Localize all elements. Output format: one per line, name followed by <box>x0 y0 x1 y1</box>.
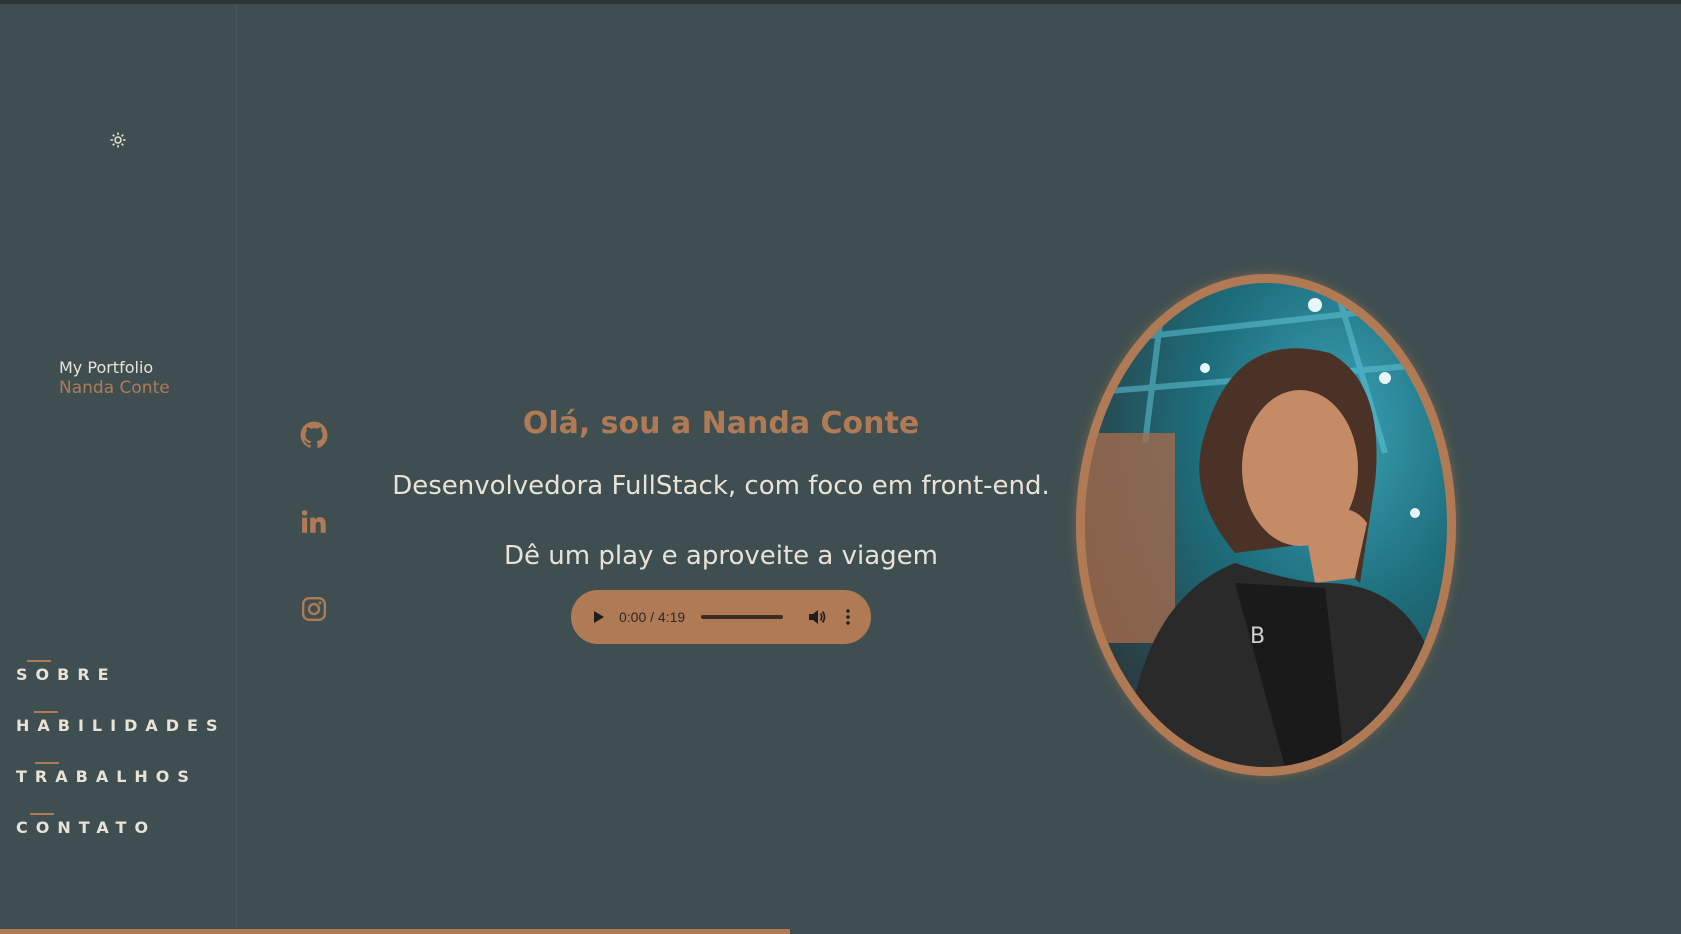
nav-item-label: TRABALHOS <box>16 767 197 786</box>
instagram-icon[interactable] <box>299 594 329 624</box>
profile-photo-image: B <box>1085 283 1447 767</box>
nav-item-marker <box>35 762 59 764</box>
more-options-icon[interactable] <box>843 607 853 627</box>
sun-icon[interactable] <box>108 130 128 150</box>
nav-item-marker <box>30 813 54 815</box>
brand-name: Nanda Conte <box>59 378 170 398</box>
nav-item-marker <box>27 660 51 662</box>
main-nav: SOBRE HABILIDADES TRABALHOS CONTATO <box>16 660 225 864</box>
sidebar: My Portfolio Nanda Conte SOBRE HABILIDAD… <box>0 4 237 930</box>
volume-icon[interactable] <box>807 607 827 627</box>
brand: My Portfolio Nanda Conte <box>59 357 170 399</box>
social-links <box>299 420 329 681</box>
nav-item-label: HABILIDADES <box>16 716 226 735</box>
nav-item-label: CONTATO <box>16 818 157 837</box>
linkedin-icon[interactable] <box>299 507 329 537</box>
nav-item-trabalhos[interactable]: TRABALHOS <box>16 762 225 813</box>
nav-item-contato[interactable]: CONTATO <box>16 813 225 864</box>
nav-item-sobre[interactable]: SOBRE <box>16 660 225 711</box>
nav-item-label: SOBRE <box>16 665 117 684</box>
svg-text:B: B <box>1250 624 1265 649</box>
audio-player: 0:00 / 4:19 <box>571 590 871 644</box>
hero-greeting: Olá, sou a Nanda Conte <box>522 406 920 441</box>
play-icon[interactable] <box>591 609 607 625</box>
audio-seek-bar[interactable] <box>701 615 784 619</box>
hero-role: Desenvolvedora FullStack, com foco em fr… <box>392 471 1050 501</box>
github-icon[interactable] <box>299 420 329 450</box>
hero: Olá, sou a Nanda Conte Desenvolvedora Fu… <box>380 400 1062 644</box>
top-strip <box>0 0 1681 4</box>
nav-item-marker <box>34 711 58 713</box>
audio-time: 0:00 / 4:19 <box>619 609 686 625</box>
hero-cta: Dê um play e aproveite a viagem <box>503 541 938 571</box>
scroll-progress-bar <box>0 929 791 934</box>
brand-title: My Portfolio <box>59 358 154 377</box>
nav-item-habilidades[interactable]: HABILIDADES <box>16 711 225 762</box>
profile-photo: B <box>1076 274 1456 776</box>
